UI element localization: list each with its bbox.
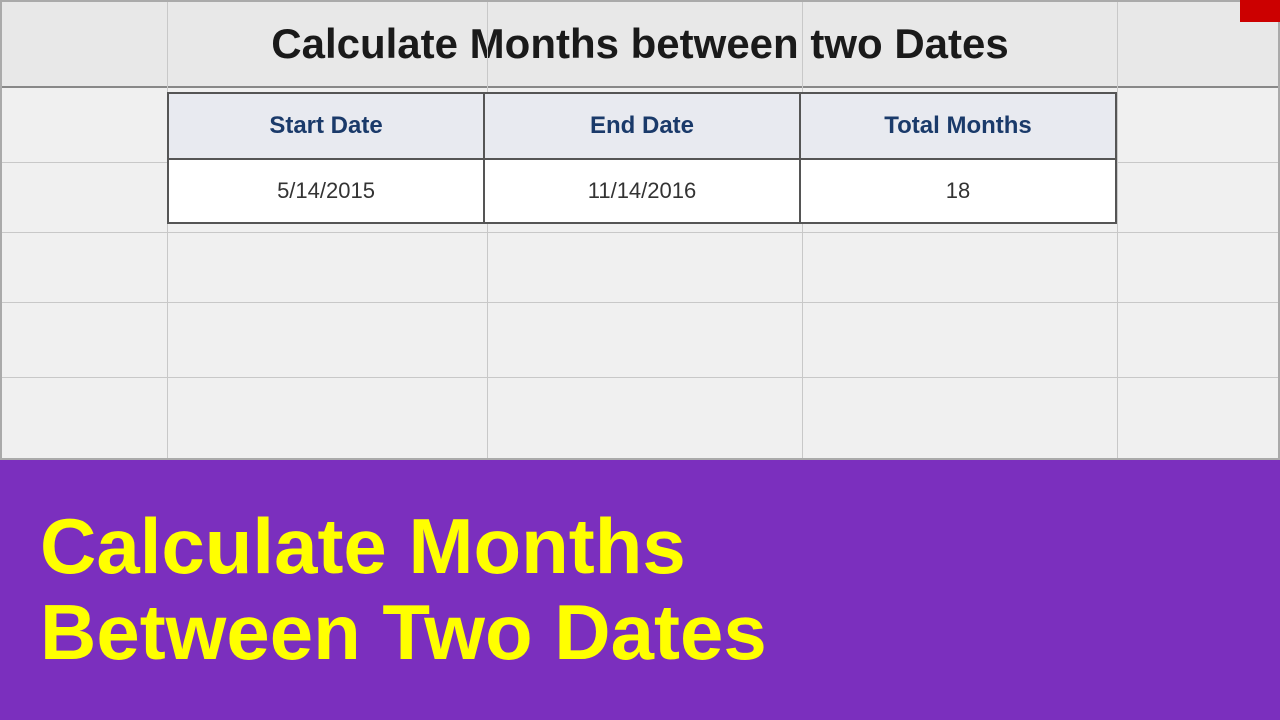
col-header-total-months: Total Months [800,93,1116,159]
table-header-row: Start Date End Date Total Months [168,93,1116,159]
bottom-line2: Between Two Dates [40,588,767,676]
cell-total-months: 18 [800,159,1116,223]
bottom-title: Calculate Months Between Two Dates [40,504,767,676]
row-line-3 [2,302,1278,303]
col-line-1 [167,2,168,458]
table-container: Start Date End Date Total Months 5/14/20… [167,92,1117,224]
col-header-end-date: End Date [484,93,800,159]
spreadsheet-section: Calculate Months between two Dates Start… [0,0,1280,460]
row-line-2 [2,232,1278,233]
row-line-4 [2,377,1278,378]
close-button[interactable] [1240,0,1280,22]
col-header-start-date: Start Date [168,93,484,159]
data-table: Start Date End Date Total Months 5/14/20… [167,92,1117,224]
cell-start-date: 5/14/2015 [168,159,484,223]
grid-lines [2,2,1278,458]
bottom-line1: Calculate Months [40,502,686,590]
cell-end-date: 11/14/2016 [484,159,800,223]
col-line-3 [802,2,803,458]
col-line-4 [1117,2,1118,458]
table-row: 5/14/2015 11/14/2016 18 [168,159,1116,223]
bottom-banner: Calculate Months Between Two Dates [0,460,1280,720]
col-line-2 [487,2,488,458]
